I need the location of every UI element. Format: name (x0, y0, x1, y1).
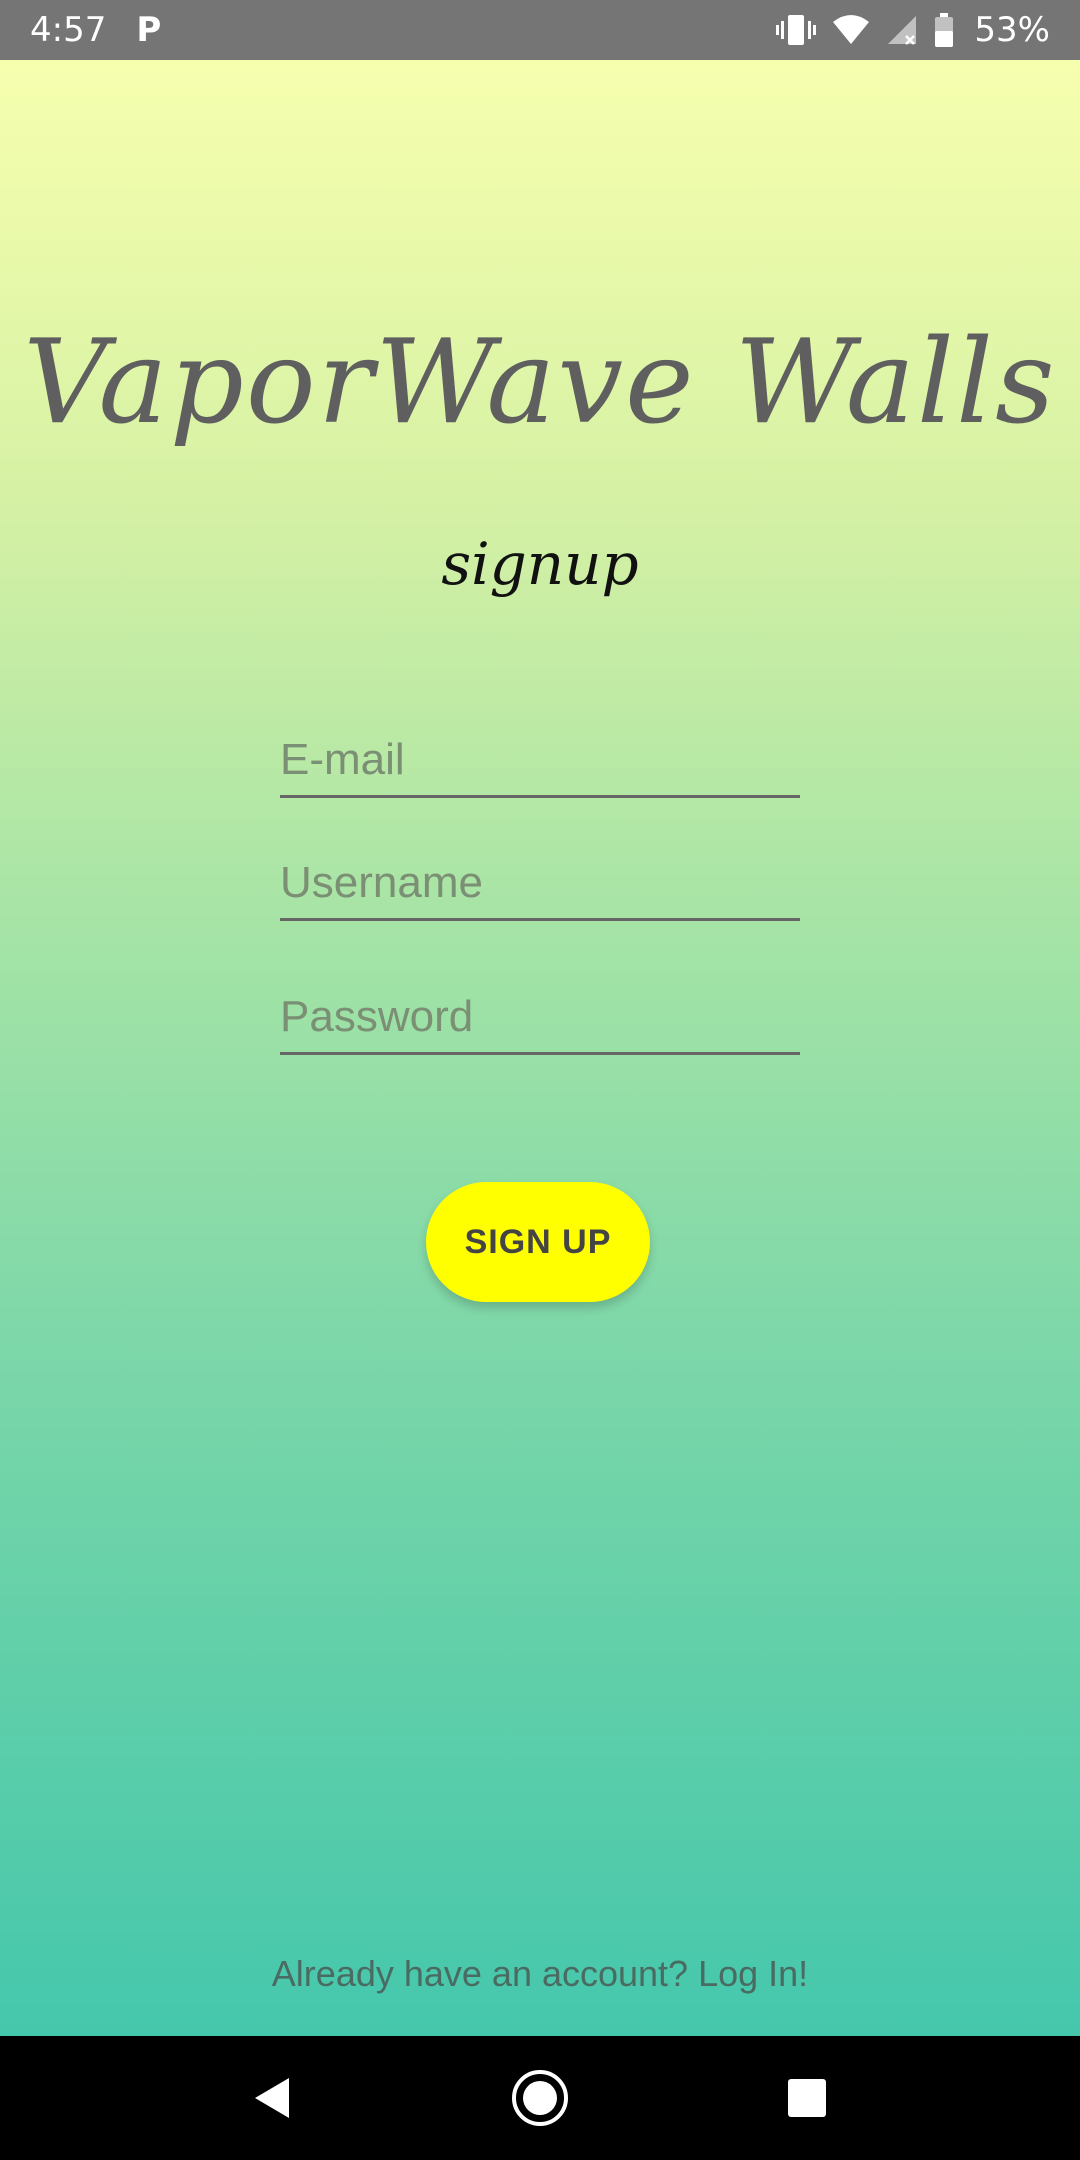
app-title: VaporWave Walls (23, 315, 1057, 450)
vibrate-icon (776, 13, 817, 47)
parking-p-icon: P (136, 10, 162, 50)
battery-percent: 53% (974, 10, 1050, 50)
email-field[interactable] (280, 725, 800, 795)
email-field-container (280, 725, 800, 798)
signup-screen: VaporWave Walls signup SIGN UP Already h… (0, 60, 1080, 2036)
battery-icon (934, 13, 954, 47)
password-field-container (280, 982, 800, 1055)
recents-icon[interactable] (767, 2058, 847, 2138)
home-icon[interactable] (500, 2058, 580, 2138)
password-field[interactable] (280, 982, 800, 1052)
back-icon[interactable] (233, 2058, 313, 2138)
navigation-bar (0, 2036, 1080, 2160)
signup-button[interactable]: SIGN UP (426, 1182, 650, 1302)
status-bar: 4:57 P 53% (0, 0, 1080, 60)
status-time: 4:57 (30, 10, 107, 50)
wifi-icon (832, 14, 870, 46)
login-link[interactable]: Already have an account? Log In! (0, 1953, 1080, 1995)
page-subtitle: signup (441, 530, 639, 598)
username-field-container (280, 848, 800, 921)
cell-signal-icon (886, 14, 918, 46)
status-icons: 53% (776, 10, 1050, 50)
username-field[interactable] (280, 848, 800, 918)
